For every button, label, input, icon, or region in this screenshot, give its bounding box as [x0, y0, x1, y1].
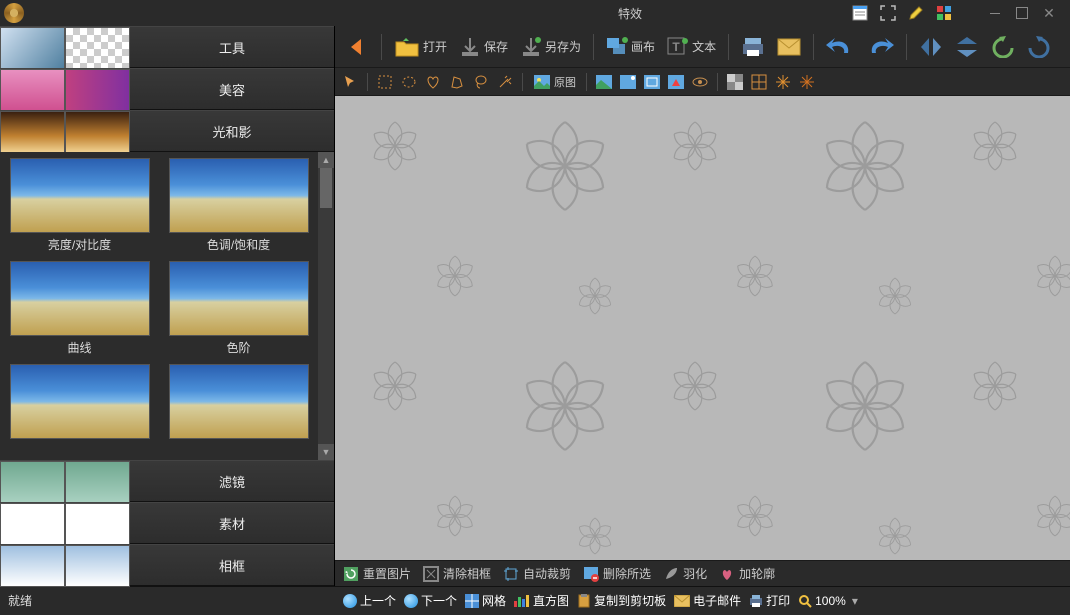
thumb-item[interactable]: 色阶 [163, 261, 314, 362]
cat-filter[interactable]: 滤镜 [0, 460, 334, 502]
cat-material[interactable]: 素材 [0, 502, 334, 544]
window-title: 特效 [28, 5, 852, 22]
checker-icon[interactable] [726, 73, 744, 91]
flip-h-button[interactable] [915, 34, 947, 60]
svg-text:T: T [672, 40, 680, 54]
next-icon [404, 594, 418, 608]
outline-button[interactable]: 加轮廓 [719, 565, 775, 582]
pencil-icon[interactable] [908, 5, 924, 21]
scroll-up-button[interactable]: ▲ [318, 152, 334, 168]
statusbar: 就绪 上一个 下一个 网格 直方图 复制到剪切板 电子邮件 打印 100%▾ [0, 586, 1070, 614]
next-button[interactable]: 下一个 [404, 592, 457, 609]
img-tool1-icon[interactable] [595, 73, 613, 91]
status-ready: 就绪 [8, 592, 343, 609]
rotate-left-button[interactable] [987, 34, 1019, 60]
grid-button[interactable]: 网格 [465, 592, 506, 609]
saveas-button[interactable]: 另存为 [516, 34, 585, 60]
cat-beauty-label: 美容 [130, 69, 334, 109]
poly-select-icon[interactable] [448, 73, 466, 91]
reset-button[interactable]: 重置图片 [343, 565, 411, 582]
rotate-right-button[interactable] [1023, 34, 1055, 60]
grid-icon[interactable] [750, 73, 768, 91]
eye-icon[interactable] [691, 73, 709, 91]
cat-light-label: 光和影 [130, 111, 334, 151]
clearframe-button[interactable]: 清除相框 [423, 565, 491, 582]
prev-button[interactable]: 上一个 [343, 592, 396, 609]
note-icon[interactable] [852, 5, 868, 21]
ellipse-select-icon[interactable] [400, 73, 418, 91]
clipboard-icon [577, 594, 591, 608]
cat-filter-label: 滤镜 [130, 461, 334, 501]
hist-icon [514, 595, 530, 607]
heart-select-icon[interactable] [424, 73, 442, 91]
thumb-grid: 亮度/对比度 色调/饱和度 曲线 色阶 [0, 152, 318, 460]
flip-v-button[interactable] [951, 34, 983, 60]
redo-button[interactable] [862, 33, 898, 61]
mail-icon [674, 595, 690, 607]
color-grid-icon[interactable] [936, 5, 952, 21]
back-button[interactable] [341, 33, 373, 61]
rect-select-icon[interactable] [376, 73, 394, 91]
cat-light[interactable]: 光和影 [0, 110, 334, 152]
cat-tools-label: 工具 [130, 27, 334, 67]
canvas-button[interactable]: 画布 [602, 35, 659, 59]
autocrop-button[interactable]: 自动裁剪 [503, 565, 571, 582]
cat-material-label: 素材 [130, 503, 334, 543]
delsel-button[interactable]: 删除所选 [583, 565, 651, 582]
print-status-button[interactable]: 打印 [749, 592, 790, 609]
grid4-icon[interactable] [798, 73, 816, 91]
thumb-item[interactable] [163, 364, 314, 448]
open-button[interactable]: 打开 [390, 34, 451, 60]
img-tool3-icon[interactable] [643, 73, 661, 91]
img-tool2-icon[interactable] [619, 73, 637, 91]
thumb-item[interactable] [4, 364, 155, 448]
cat-beauty[interactable]: 美容 [0, 68, 334, 110]
toolbar-main: 打开 保存 另存为 画布 T文本 [335, 26, 1070, 68]
scrollbar[interactable]: ▲ ▼ [318, 152, 334, 460]
undo-button[interactable] [822, 33, 858, 61]
bottombar: 重置图片 清除相框 自动裁剪 删除所选 羽化 加轮廓 [335, 560, 1070, 586]
cat-frame-label: 相框 [130, 545, 334, 585]
wand-icon[interactable] [496, 73, 514, 91]
save-button[interactable]: 保存 [455, 34, 512, 60]
pointer-icon[interactable] [341, 73, 359, 91]
minimize-button[interactable] [986, 4, 1004, 22]
text-button[interactable]: T文本 [663, 35, 720, 59]
thumb-item[interactable]: 亮度/对比度 [4, 158, 155, 259]
lasso-icon[interactable] [472, 73, 490, 91]
app-icon [4, 3, 24, 23]
sidebar: 工具 美容 光和影 亮度/对比度 色调/饱和度 曲线 色阶 ▲ ▼ [0, 26, 335, 586]
thumb-item[interactable]: 曲线 [4, 261, 155, 362]
print-button[interactable] [737, 34, 769, 60]
hist-button[interactable]: 直方图 [514, 592, 569, 609]
thumb-item[interactable]: 色调/饱和度 [163, 158, 314, 259]
feather-button[interactable]: 羽化 [663, 565, 707, 582]
maximize-button[interactable] [1016, 7, 1028, 19]
email-button[interactable] [773, 36, 805, 58]
canvas[interactable] [335, 96, 1070, 560]
titlebar: 特效 ✕ [0, 0, 1070, 26]
zoom-icon [798, 594, 812, 608]
zoom-display[interactable]: 100%▾ [798, 594, 858, 608]
cat-tools[interactable]: 工具 [0, 26, 334, 68]
orig-button[interactable]: 原图 [531, 74, 578, 90]
printer-icon [749, 594, 763, 608]
email-status-button[interactable]: 电子邮件 [674, 592, 741, 609]
cat-frame[interactable]: 相框 [0, 544, 334, 586]
close-button[interactable]: ✕ [1040, 4, 1058, 22]
fullscreen-icon[interactable] [880, 5, 896, 21]
grid-status-icon [465, 594, 479, 608]
grid3-icon[interactable] [774, 73, 792, 91]
prev-icon [343, 594, 357, 608]
scroll-down-button[interactable]: ▼ [318, 444, 334, 460]
toolbar-select: 原图 [335, 68, 1070, 96]
img-tool4-icon[interactable] [667, 73, 685, 91]
copy-button[interactable]: 复制到剪切板 [577, 592, 666, 609]
